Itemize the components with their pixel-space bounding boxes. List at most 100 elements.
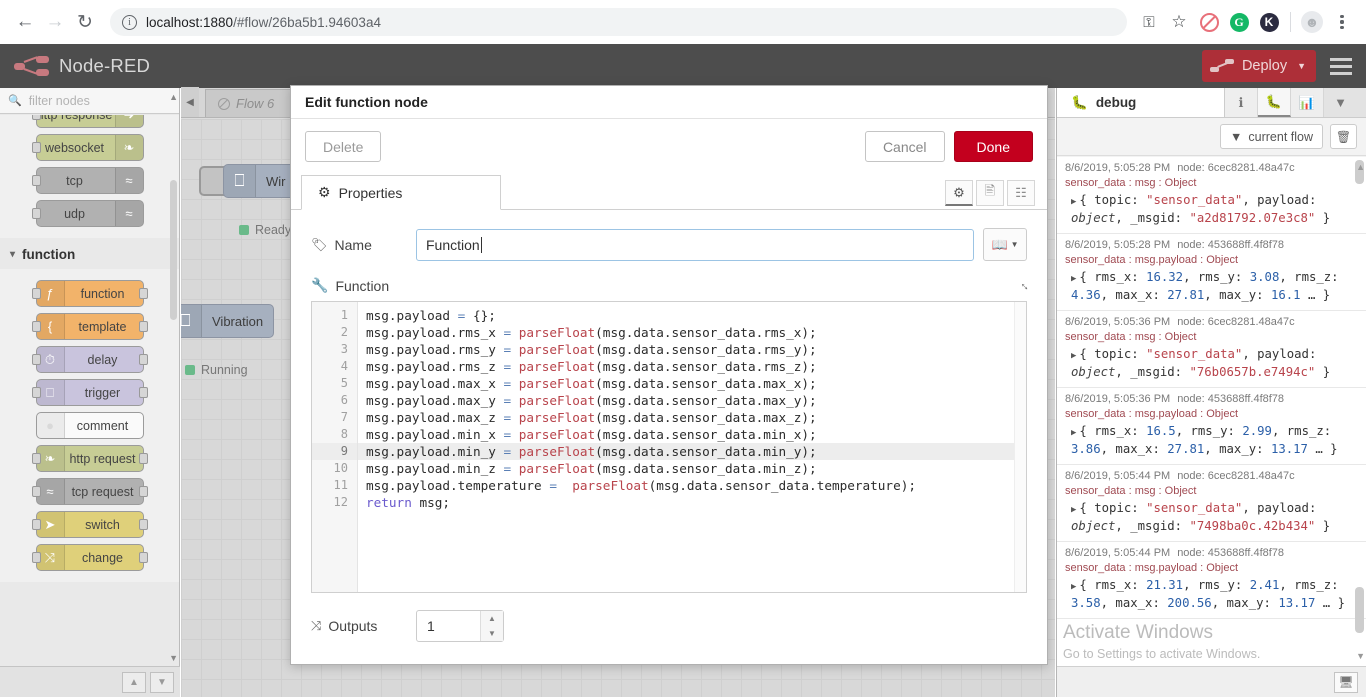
hamburger-icon[interactable] <box>1330 57 1352 75</box>
outputs-value: 1 <box>427 618 435 634</box>
stepper-down-icon[interactable]: ▼ <box>481 626 503 641</box>
expand-all-icon[interactable]: ▼ <box>150 671 174 693</box>
back-icon[interactable]: ← <box>10 7 40 37</box>
scroll-up-icon[interactable]: ▲ <box>169 92 178 102</box>
kaspersky-icon[interactable]: K <box>1255 8 1283 36</box>
filter-placeholder: filter nodes <box>28 93 90 108</box>
debug-message[interactable]: 8/6/2019, 5:05:36 PM node: 6cec8281.48a47… <box>1057 311 1366 388</box>
key-icon[interactable]: ⚿ <box>1135 8 1163 36</box>
debug-message[interactable]: 8/6/2019, 5:05:36 PM node: 453688ff.4f8f7… <box>1057 388 1366 465</box>
expand-triangle-icon[interactable]: ▶ <box>1071 428 1076 438</box>
debug-payload[interactable]: ▶{ rms_x: 21.31, rms_y: 2.41, rms_z: 3.5… <box>1065 577 1358 611</box>
star-icon[interactable]: ☆ <box>1165 8 1193 36</box>
debug-message[interactable]: 8/6/2019, 5:05:28 PM node: 6cec8281.48a47… <box>1057 157 1366 234</box>
done-button[interactable]: Done <box>953 131 1033 162</box>
wrench-icon: 🔧 <box>311 277 329 293</box>
expand-icon[interactable]: ↕ <box>1017 278 1031 292</box>
flow-tab[interactable]: Flow 6 <box>205 89 291 117</box>
debug-payload[interactable]: ▶{ topic: "sensor_data", payload: object… <box>1065 500 1358 534</box>
palette-node-tcp[interactable]: tcp ≈ <box>31 167 144 194</box>
delete-button[interactable]: Delete <box>305 131 382 162</box>
grammarly-icon[interactable]: G <box>1225 8 1253 36</box>
browser-extension-icons: ⚿ ☆ G K ☻ <box>1135 8 1356 36</box>
gear-icon[interactable]: ⚙ <box>945 180 973 206</box>
deploy-icon <box>1209 58 1234 74</box>
palette-node-http-response[interactable]: http response ➜ <box>31 115 144 128</box>
chevron-left-icon[interactable]: ◀ <box>181 87 199 117</box>
search-icon: 🔍 <box>8 95 22 107</box>
palette-node-template[interactable]: { template <box>31 313 148 340</box>
address-bar[interactable]: i localhost:1880/#flow/26ba5b1.94603a4 <box>110 8 1127 36</box>
expand-triangle-icon[interactable]: ▶ <box>1071 274 1076 284</box>
app-root: ← → ↻ i localhost:1880/#flow/26ba5b1.946… <box>0 0 1366 697</box>
palette-node-switch[interactable]: ➤ switch <box>31 511 148 538</box>
palette-node-delay[interactable]: ⏱ delay <box>31 346 148 373</box>
profile-icon[interactable]: ☻ <box>1298 8 1326 36</box>
clear-debug-button[interactable]: 🗑 <box>1330 124 1357 149</box>
name-dropdown-button[interactable]: 📖 ▼ <box>983 228 1027 261</box>
stepper-up-icon[interactable]: ▲ <box>481 611 503 626</box>
palette-node-http-request[interactable]: ❧ http request <box>31 445 148 472</box>
outputs-stepper[interactable]: 1 ▲ ▼ <box>416 610 504 642</box>
reload-icon[interactable]: ↻ <box>70 7 100 37</box>
tab-debug[interactable]: 🐛 debug <box>1057 88 1225 117</box>
editor-scrollbar[interactable] <box>1014 302 1026 592</box>
deploy-button[interactable]: Deploy ▼ <box>1201 50 1316 82</box>
palette-node-trigger[interactable]: ⎕ trigger <box>31 379 148 406</box>
braces-icon: { <box>36 314 65 339</box>
debug-message[interactable]: 8/6/2019, 5:05:44 PM node: 6cec8281.48a47… <box>1057 465 1366 542</box>
appearance-icon[interactable]: ☷ <box>1007 180 1035 206</box>
palette-node-tcp-request[interactable]: ≈ tcp request <box>31 478 148 505</box>
palette-scrollbar[interactable] <box>170 94 177 669</box>
info-icon[interactable]: ℹ <box>1225 88 1258 117</box>
flow-node-vibration[interactable]: ⎕ Vibration <box>181 304 275 338</box>
filter-nodes-input[interactable]: 🔍 filter nodes <box>0 88 179 114</box>
forward-icon[interactable]: → <box>40 7 70 37</box>
code-content[interactable]: msg.payload = {}; msg.payload.rms_x = par… <box>358 302 1014 592</box>
cancel-button[interactable]: Cancel <box>864 131 945 162</box>
scroll-down-icon[interactable]: ▼ <box>169 653 178 663</box>
expand-triangle-icon[interactable]: ▶ <box>1071 505 1076 515</box>
menu-dots-icon[interactable] <box>1328 8 1356 36</box>
line-number: 8 <box>340 427 348 441</box>
url-text: localhost:1880/#flow/26ba5b1.94603a4 <box>146 14 381 30</box>
palette-category-function[interactable]: ▾ function <box>0 238 179 269</box>
document-icon[interactable]: 🖹 <box>976 180 1004 206</box>
debug-payload[interactable]: ▶{ topic: "sensor_data", payload: object… <box>1065 346 1358 380</box>
debug-message[interactable]: 8/6/2019, 5:05:44 PM node: 453688ff.4f8f7… <box>1057 542 1366 619</box>
palette-node-function[interactable]: ƒ function <box>31 280 148 307</box>
name-input[interactable]: Function <box>416 228 974 261</box>
scroll-down-icon[interactable]: ▼ <box>1356 651 1365 661</box>
palette-node-websocket[interactable]: websocket ❧ <box>31 134 144 161</box>
shuffle-icon: ⤨ <box>311 618 322 633</box>
debug-topic: sensor_data : msg : Object <box>1065 485 1197 497</box>
palette-node-change[interactable]: ⤨ change <box>31 544 148 571</box>
expand-triangle-icon[interactable]: ▶ <box>1071 582 1076 592</box>
tab-properties[interactable]: ⚙ Properties <box>301 175 501 210</box>
expand-triangle-icon[interactable]: ▶ <box>1071 197 1076 207</box>
flow-node-wireless[interactable]: ⎕ Wir <box>223 164 297 198</box>
debug-payload[interactable]: ▶{ topic: "sensor_data", payload: object… <box>1065 192 1358 226</box>
debug-message[interactable]: 8/6/2019, 5:05:28 PM node: 453688ff.4f8f7… <box>1057 234 1366 311</box>
chart-icon[interactable]: 📊 <box>1291 88 1324 117</box>
filter-current-flow-button[interactable]: ▼ current flow <box>1220 124 1323 149</box>
filter-icon: ▼ <box>1230 129 1243 144</box>
line-number: 10 <box>333 461 348 475</box>
expand-triangle-icon[interactable]: ▶ <box>1071 351 1076 361</box>
chevron-down-icon[interactable]: ▼ <box>1324 88 1357 117</box>
collapse-all-icon[interactable]: ▲ <box>122 671 146 693</box>
blocked-icon[interactable] <box>1195 8 1223 36</box>
code-editor[interactable]: 1 2 3 4 5 6 7 8 9 10 11 12 msg.payload = {}; msg.pay… <box>311 301 1027 593</box>
bug-icon[interactable]: 🐛 <box>1258 88 1291 117</box>
palette-node-comment[interactable]: ● comment <box>35 412 144 439</box>
scroll-up-icon[interactable]: ▲ <box>1356 162 1365 172</box>
monitor-icon[interactable]: 🖥 <box>1334 671 1358 693</box>
chevron-down-icon[interactable]: ▼ <box>1297 61 1306 71</box>
palette-node-udp[interactable]: udp ≈ <box>31 200 144 227</box>
debug-scrollbar[interactable] <box>1355 160 1364 663</box>
debug-message-list[interactable]: 8/6/2019, 5:05:28 PM node: 6cec8281.48a47… <box>1057 157 1366 666</box>
debug-payload[interactable]: ▶{ rms_x: 16.32, rms_y: 3.08, rms_z: 4.3… <box>1065 269 1358 303</box>
site-info-icon[interactable]: i <box>122 14 137 30</box>
filter-label: current flow <box>1248 129 1313 144</box>
debug-payload[interactable]: ▶{ rms_x: 16.5, rms_y: 2.99, rms_z: 3.86… <box>1065 423 1358 457</box>
